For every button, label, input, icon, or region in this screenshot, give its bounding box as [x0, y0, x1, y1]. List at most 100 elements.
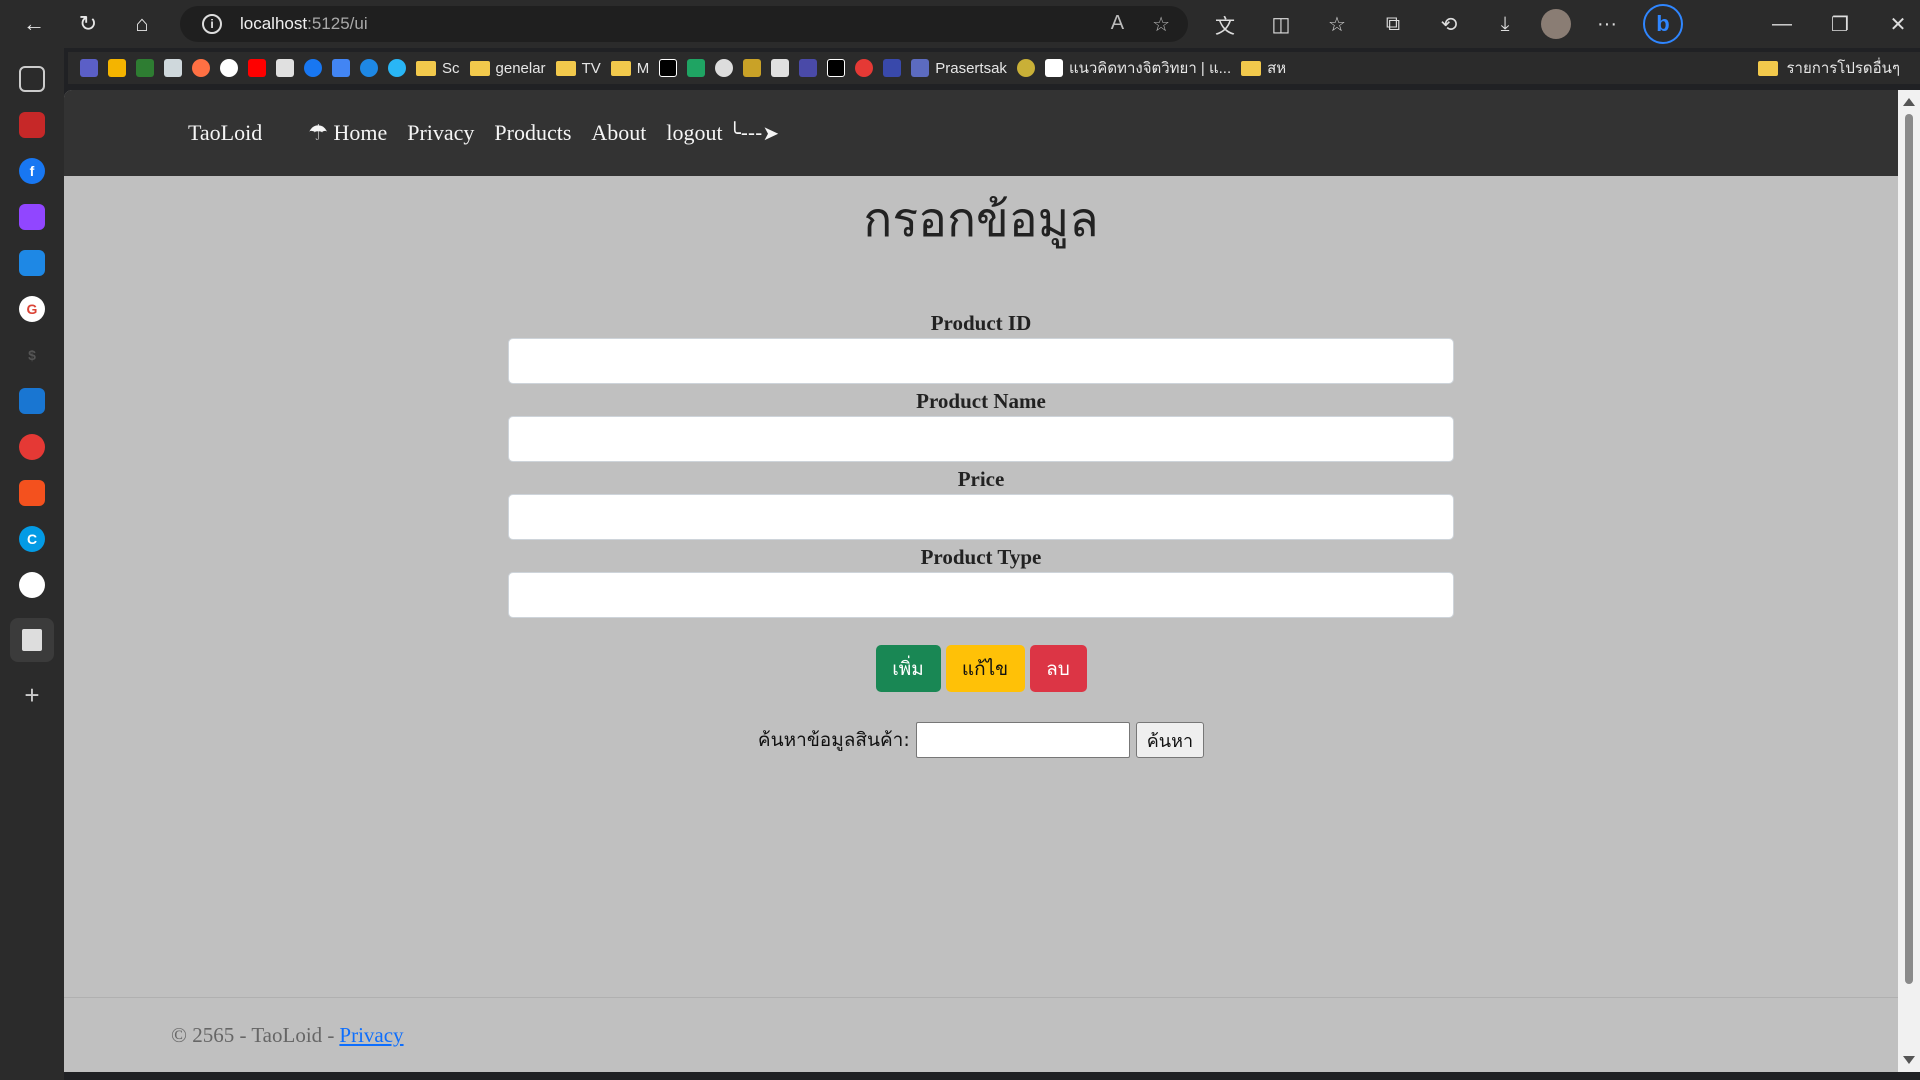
product-id-input[interactable]: [508, 338, 1454, 384]
download-icon[interactable]: ⤓: [1485, 4, 1525, 44]
folder-icon: [555, 60, 576, 76]
url-path: :5125/ui: [307, 14, 368, 33]
minimize-icon[interactable]: —: [1770, 4, 1794, 44]
profile-avatar[interactable]: [1541, 9, 1571, 39]
search-label: ค้นหาข้อมูลสินค้า:: [757, 729, 910, 751]
app-icon[interactable]: [19, 434, 45, 460]
bookmark-item[interactable]: [276, 54, 294, 82]
bookmark-item[interactable]: [332, 54, 350, 82]
action-buttons: เพิ่ม แก้ไข ลบ: [64, 645, 1898, 692]
app-icon[interactable]: [19, 388, 45, 414]
bookmark-item[interactable]: [687, 54, 706, 82]
price-input[interactable]: [508, 494, 1454, 540]
delete-button[interactable]: ลบ: [1029, 645, 1087, 692]
bookmark-thai[interactable]: แนวคิดทางจิตวิทยา | แ...: [1044, 54, 1231, 82]
bookmark-folder-genelar[interactable]: genelar: [469, 54, 546, 82]
bookmark-item[interactable]: [136, 54, 154, 82]
scroll-up-icon[interactable]: [1903, 98, 1915, 106]
translate-icon[interactable]: 文: [1205, 4, 1245, 44]
search-button[interactable]: ค้นหา: [1135, 722, 1205, 758]
home-icon[interactable]: ⌂: [122, 4, 162, 44]
footer-privacy-link[interactable]: Privacy: [339, 1023, 403, 1048]
twitch-icon[interactable]: [19, 204, 45, 230]
read-aloud-icon[interactable]: A: [1111, 12, 1124, 37]
restore-icon[interactable]: ❐: [1828, 4, 1852, 44]
page-title: กรอกข้อมูล: [863, 192, 1099, 248]
bookmark-item[interactable]: [1016, 54, 1035, 82]
nav-home[interactable]: ☂ Home: [308, 120, 387, 146]
product-type-input[interactable]: [508, 572, 1454, 618]
scroll-thumb[interactable]: [1905, 114, 1913, 984]
folder-icon: [416, 60, 436, 76]
collections-icon[interactable]: ⧉: [1373, 4, 1413, 44]
search-input[interactable]: [915, 722, 1130, 758]
browser-toolbar: ← ↻ ⌂ i localhost:5125/ui A ☆ 文 ◫ ☆ ⧉ ⟲ …: [0, 0, 1920, 48]
site-navbar: TaoLoid ☂ Home Privacy Products About lo…: [64, 90, 1898, 176]
favorite-star-icon[interactable]: ☆: [1152, 12, 1170, 37]
split-screen-icon[interactable]: ◫: [1261, 4, 1301, 44]
footer-text: © 2565 - TaoLoid -: [171, 1022, 335, 1047]
product-id-label: Product ID: [930, 311, 1032, 335]
bookmark-folder-sc[interactable]: Sc: [416, 54, 460, 82]
bookmark-folder-m[interactable]: M: [610, 54, 649, 82]
facebook-icon[interactable]: f: [19, 158, 45, 184]
brand-link[interactable]: TaoLoid: [188, 120, 262, 146]
search-row: ค้นหาข้อมูลสินค้า: ค้นหา: [64, 722, 1898, 758]
product-name-input[interactable]: [508, 416, 1454, 462]
bookmark-prasertsak[interactable]: Prasertsak: [911, 54, 1007, 82]
app-icon[interactable]: C: [19, 526, 45, 552]
app-icon[interactable]: [19, 480, 45, 506]
bookmark-item[interactable]: [108, 54, 126, 82]
page-viewport: TaoLoid ☂ Home Privacy Products About lo…: [64, 90, 1898, 1072]
bookmark-folder-other[interactable]: รายการโปรดอื่นๆ: [1758, 54, 1900, 82]
more-menu-icon[interactable]: ···: [1587, 4, 1627, 44]
price-label: Price: [957, 467, 1005, 491]
dollar-icon[interactable]: $: [19, 342, 45, 368]
bookmark-folder-tv[interactable]: TV: [555, 54, 601, 82]
bookmark-item[interactable]: [164, 54, 182, 82]
close-icon[interactable]: ✕: [1886, 4, 1910, 44]
nav-products[interactable]: Products: [494, 120, 571, 146]
bookmark-folder-sh[interactable]: สห: [1241, 54, 1286, 82]
bookmark-item[interactable]: [80, 54, 98, 82]
nav-about[interactable]: About: [591, 120, 646, 146]
github-icon[interactable]: [19, 572, 45, 598]
edit-button[interactable]: แก้ไข: [945, 645, 1025, 692]
google-icon[interactable]: G: [19, 296, 45, 322]
bookmark-item[interactable]: [360, 54, 378, 82]
bookmark-item[interactable]: [799, 54, 818, 82]
site-info-icon[interactable]: i: [202, 14, 222, 34]
back-icon[interactable]: ←: [14, 4, 54, 44]
scrollbar[interactable]: [1898, 90, 1920, 1072]
bookmark-item[interactable]: [827, 54, 846, 82]
notes-icon[interactable]: [10, 618, 54, 662]
nav-logout[interactable]: logout ╰---➤: [666, 120, 779, 146]
youtube-icon[interactable]: [19, 112, 45, 138]
add-icon[interactable]: +: [19, 680, 45, 710]
product-form: Product ID Product Name Price Product Ty…: [508, 308, 1454, 620]
address-bar[interactable]: i localhost:5125/ui A ☆: [180, 6, 1188, 42]
bookmarks-bar: Sc genelar TV M Prasertsak แนวคิดทางจิตว…: [68, 52, 1920, 84]
arrow-icon: ╰---➤: [728, 121, 780, 145]
bookmark-item[interactable]: [220, 54, 238, 82]
bookmark-item[interactable]: [715, 54, 734, 82]
bookmark-item[interactable]: [248, 54, 266, 82]
history-icon[interactable]: ⟲: [1429, 4, 1469, 44]
scroll-down-icon[interactable]: [1903, 1056, 1915, 1064]
bookmark-item[interactable]: [855, 54, 874, 82]
bookmark-item[interactable]: [883, 54, 902, 82]
bookmark-item[interactable]: [743, 54, 762, 82]
bookmark-item[interactable]: [304, 54, 322, 82]
nav-privacy[interactable]: Privacy: [407, 120, 474, 146]
bookmark-item[interactable]: [771, 54, 790, 82]
product-type-label: Product Type: [920, 545, 1042, 569]
contacts-icon[interactable]: [19, 250, 45, 276]
favorites-icon[interactable]: ☆: [1317, 4, 1357, 44]
bookmark-item[interactable]: [388, 54, 406, 82]
bookmark-item[interactable]: [659, 54, 678, 82]
refresh-icon[interactable]: ↻: [68, 4, 108, 44]
bing-copilot-icon[interactable]: b: [1643, 4, 1683, 44]
tab-actions-icon[interactable]: [19, 66, 45, 92]
bookmark-item[interactable]: [192, 54, 210, 82]
add-button[interactable]: เพิ่ม: [875, 645, 941, 692]
